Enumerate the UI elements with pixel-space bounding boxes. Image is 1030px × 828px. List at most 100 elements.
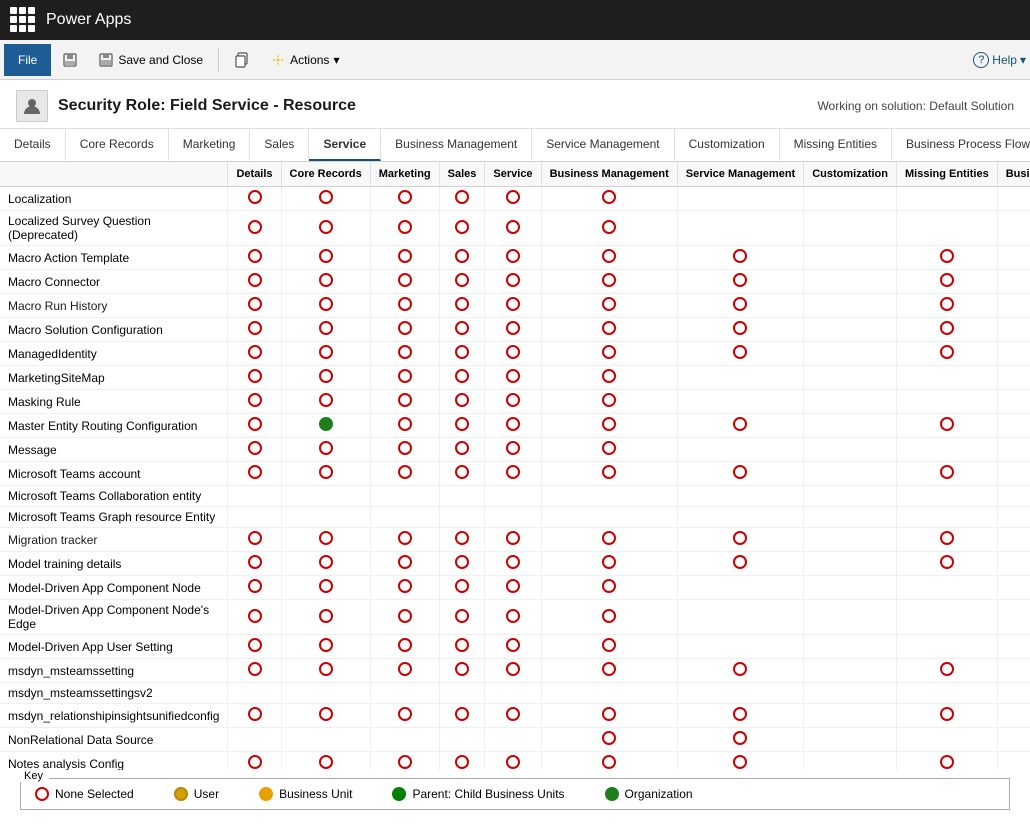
- permission-cell[interactable]: [485, 552, 541, 576]
- permission-cell[interactable]: [370, 414, 439, 438]
- permission-cell[interactable]: [677, 704, 803, 728]
- permission-cell[interactable]: [896, 576, 997, 600]
- permission-cell[interactable]: [439, 704, 485, 728]
- permission-cell[interactable]: [997, 635, 1030, 659]
- tab-missing_entities[interactable]: Missing Entities: [780, 129, 892, 161]
- permission-cell[interactable]: [281, 390, 370, 414]
- permission-cell[interactable]: [804, 414, 897, 438]
- permission-cell[interactable]: [228, 438, 281, 462]
- permission-cell[interactable]: [485, 270, 541, 294]
- permission-cell[interactable]: [439, 246, 485, 270]
- permission-cell[interactable]: [896, 294, 997, 318]
- permission-cell[interactable]: [281, 270, 370, 294]
- permission-cell[interactable]: [541, 752, 677, 771]
- permission-cell[interactable]: [439, 728, 485, 752]
- permission-cell[interactable]: [896, 507, 997, 528]
- permission-cell[interactable]: [228, 576, 281, 600]
- tab-sales[interactable]: Sales: [250, 129, 309, 161]
- permission-cell[interactable]: [370, 659, 439, 683]
- permission-cell[interactable]: [896, 600, 997, 635]
- permission-cell[interactable]: [804, 576, 897, 600]
- permission-cell[interactable]: [485, 187, 541, 211]
- permission-cell[interactable]: [804, 683, 897, 704]
- permission-cell[interactable]: [485, 704, 541, 728]
- permission-cell[interactable]: [370, 576, 439, 600]
- permission-cell[interactable]: [997, 683, 1030, 704]
- table-container[interactable]: Details Core Records Marketing Sales Ser…: [0, 162, 1030, 770]
- permission-cell[interactable]: [228, 342, 281, 366]
- permission-cell[interactable]: [281, 659, 370, 683]
- permission-cell[interactable]: [896, 246, 997, 270]
- permission-cell[interactable]: [281, 600, 370, 635]
- permission-cell[interactable]: [997, 414, 1030, 438]
- permission-cell[interactable]: [228, 270, 281, 294]
- permission-cell[interactable]: [804, 390, 897, 414]
- permission-cell[interactable]: [804, 318, 897, 342]
- permission-cell[interactable]: [485, 342, 541, 366]
- permission-cell[interactable]: [997, 187, 1030, 211]
- permission-cell[interactable]: [370, 486, 439, 507]
- permission-cell[interactable]: [997, 390, 1030, 414]
- actions-button[interactable]: Actions ▾: [261, 44, 348, 76]
- permission-cell[interactable]: [997, 659, 1030, 683]
- tab-business_process[interactable]: Business Process Flows: [892, 129, 1030, 161]
- permission-cell[interactable]: [896, 704, 997, 728]
- permission-cell[interactable]: [281, 752, 370, 771]
- permission-cell[interactable]: [485, 486, 541, 507]
- permission-cell[interactable]: [677, 507, 803, 528]
- permission-cell[interactable]: [281, 414, 370, 438]
- permission-cell[interactable]: [228, 507, 281, 528]
- permission-cell[interactable]: [541, 728, 677, 752]
- permission-cell[interactable]: [997, 270, 1030, 294]
- permission-cell[interactable]: [541, 683, 677, 704]
- permission-cell[interactable]: [439, 318, 485, 342]
- permission-cell[interactable]: [228, 728, 281, 752]
- permission-cell[interactable]: [677, 294, 803, 318]
- permission-cell[interactable]: [677, 486, 803, 507]
- permission-cell[interactable]: [281, 294, 370, 318]
- permission-cell[interactable]: [677, 414, 803, 438]
- permission-cell[interactable]: [677, 318, 803, 342]
- permission-cell[interactable]: [896, 752, 997, 771]
- file-button[interactable]: File: [4, 44, 51, 76]
- tab-service[interactable]: Service: [309, 129, 381, 161]
- permission-cell[interactable]: [804, 552, 897, 576]
- permission-cell[interactable]: [997, 294, 1030, 318]
- permission-cell[interactable]: [370, 318, 439, 342]
- permission-cell[interactable]: [677, 659, 803, 683]
- permission-cell[interactable]: [281, 342, 370, 366]
- permission-cell[interactable]: [997, 552, 1030, 576]
- permission-cell[interactable]: [281, 683, 370, 704]
- permission-cell[interactable]: [370, 600, 439, 635]
- permission-cell[interactable]: [370, 752, 439, 771]
- permission-cell[interactable]: [281, 576, 370, 600]
- permission-cell[interactable]: [370, 683, 439, 704]
- permission-cell[interactable]: [997, 366, 1030, 390]
- permission-cell[interactable]: [677, 390, 803, 414]
- permission-cell[interactable]: [485, 635, 541, 659]
- permission-cell[interactable]: [439, 600, 485, 635]
- permission-cell[interactable]: [677, 187, 803, 211]
- permission-cell[interactable]: [228, 659, 281, 683]
- permission-cell[interactable]: [677, 600, 803, 635]
- permission-cell[interactable]: [485, 294, 541, 318]
- permission-cell[interactable]: [997, 728, 1030, 752]
- permission-cell[interactable]: [896, 270, 997, 294]
- waffle-icon[interactable]: [10, 7, 36, 33]
- permission-cell[interactable]: [804, 659, 897, 683]
- permission-cell[interactable]: [896, 211, 997, 246]
- permission-cell[interactable]: [541, 187, 677, 211]
- save-icon-button[interactable]: [53, 44, 87, 76]
- permission-cell[interactable]: [281, 438, 370, 462]
- permission-cell[interactable]: [370, 507, 439, 528]
- permission-cell[interactable]: [281, 552, 370, 576]
- permission-cell[interactable]: [439, 552, 485, 576]
- permission-cell[interactable]: [997, 600, 1030, 635]
- tab-details[interactable]: Details: [0, 129, 66, 161]
- permission-cell[interactable]: [541, 211, 677, 246]
- permission-cell[interactable]: [485, 576, 541, 600]
- permission-cell[interactable]: [228, 211, 281, 246]
- permission-cell[interactable]: [439, 752, 485, 771]
- permission-cell[interactable]: [997, 211, 1030, 246]
- permission-cell[interactable]: [439, 187, 485, 211]
